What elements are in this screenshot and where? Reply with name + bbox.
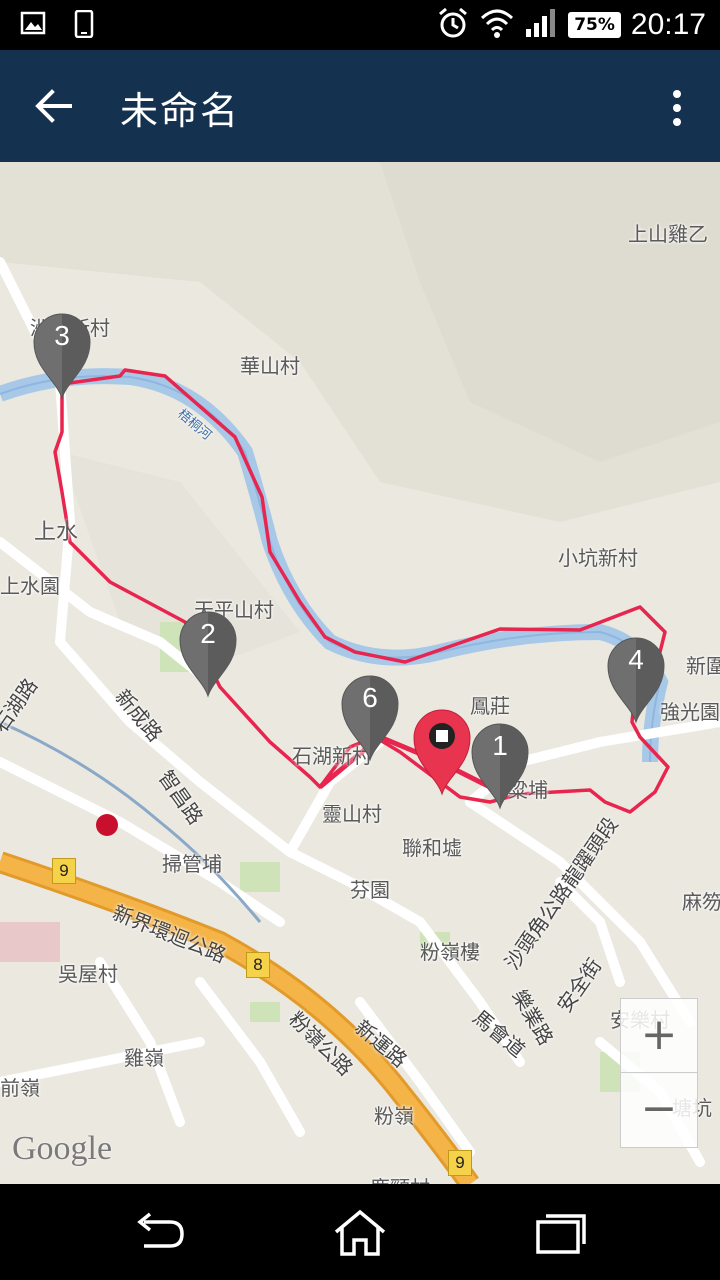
map-label: 上水園	[0, 574, 60, 598]
page-title: 未命名	[120, 89, 241, 133]
map-label: 小坑新村	[558, 546, 638, 570]
clock: 20:17	[630, 8, 706, 41]
map-label: 芬園	[350, 878, 390, 902]
map-label: 聯和墟	[402, 836, 462, 860]
map-label: 鹿頸村	[370, 1172, 430, 1184]
route-shield: 8	[246, 952, 270, 978]
map-label: 靈山村	[322, 802, 382, 826]
route-shield: 9	[52, 858, 76, 884]
alarm-icon	[436, 6, 470, 44]
waypoint-marker-4[interactable]: 4	[606, 634, 666, 724]
map-label: 強光園	[660, 700, 720, 724]
map-label: 雞嶺	[124, 1046, 164, 1070]
signal-icon	[524, 7, 558, 43]
map-label: 吳屋村	[58, 962, 118, 986]
map-label: 粉嶺樓	[420, 940, 480, 964]
mtr-station-icon	[96, 814, 118, 836]
navigation-bar	[0, 1184, 720, 1280]
map-label: 新圍	[686, 654, 720, 678]
waypoint-marker-6[interactable]: 6	[340, 672, 400, 762]
recents-icon[interactable]	[530, 1208, 590, 1258]
map-label: 鳳莊	[470, 694, 510, 718]
wifi-icon	[480, 8, 514, 42]
google-attribution: Google	[12, 1130, 113, 1167]
map-view[interactable]: 上山雞乙 洲頭新村 華山村 梧桐河 上水 上水園 天平山村 小坑新村 新圍 強光…	[0, 162, 720, 1184]
zoom-out-button[interactable]: −	[620, 1072, 698, 1148]
map-label: 華山村	[240, 354, 300, 378]
waypoint-marker-1[interactable]: 1	[470, 720, 530, 810]
back-nav-icon[interactable]	[130, 1208, 190, 1258]
map-label: 上水	[34, 520, 79, 545]
image-icon	[20, 10, 46, 42]
battery-icon: 75%	[568, 12, 621, 38]
waypoint-marker-2[interactable]: 2	[178, 608, 238, 698]
map-label: 上山雞乙	[628, 222, 708, 246]
map-label: 掃管埔	[162, 852, 222, 876]
zoom-in-button[interactable]: +	[620, 998, 698, 1074]
map-label: 粉嶺	[374, 1104, 414, 1128]
current-position-marker[interactable]	[412, 706, 472, 796]
app-bar: 未命名	[0, 50, 720, 162]
waypoint-marker-3[interactable]: 3	[32, 310, 92, 400]
route-shield: 9	[448, 1150, 472, 1176]
more-vert-icon[interactable]	[662, 88, 692, 128]
home-icon[interactable]	[330, 1208, 390, 1258]
map-label: 前嶺	[0, 1076, 40, 1100]
status-bar: 75% 20:17	[0, 0, 720, 50]
map-label: 麻笏	[682, 890, 720, 914]
phone-icon	[74, 9, 94, 42]
stop-icon	[436, 730, 448, 742]
arrow-back-icon[interactable]	[30, 80, 82, 132]
